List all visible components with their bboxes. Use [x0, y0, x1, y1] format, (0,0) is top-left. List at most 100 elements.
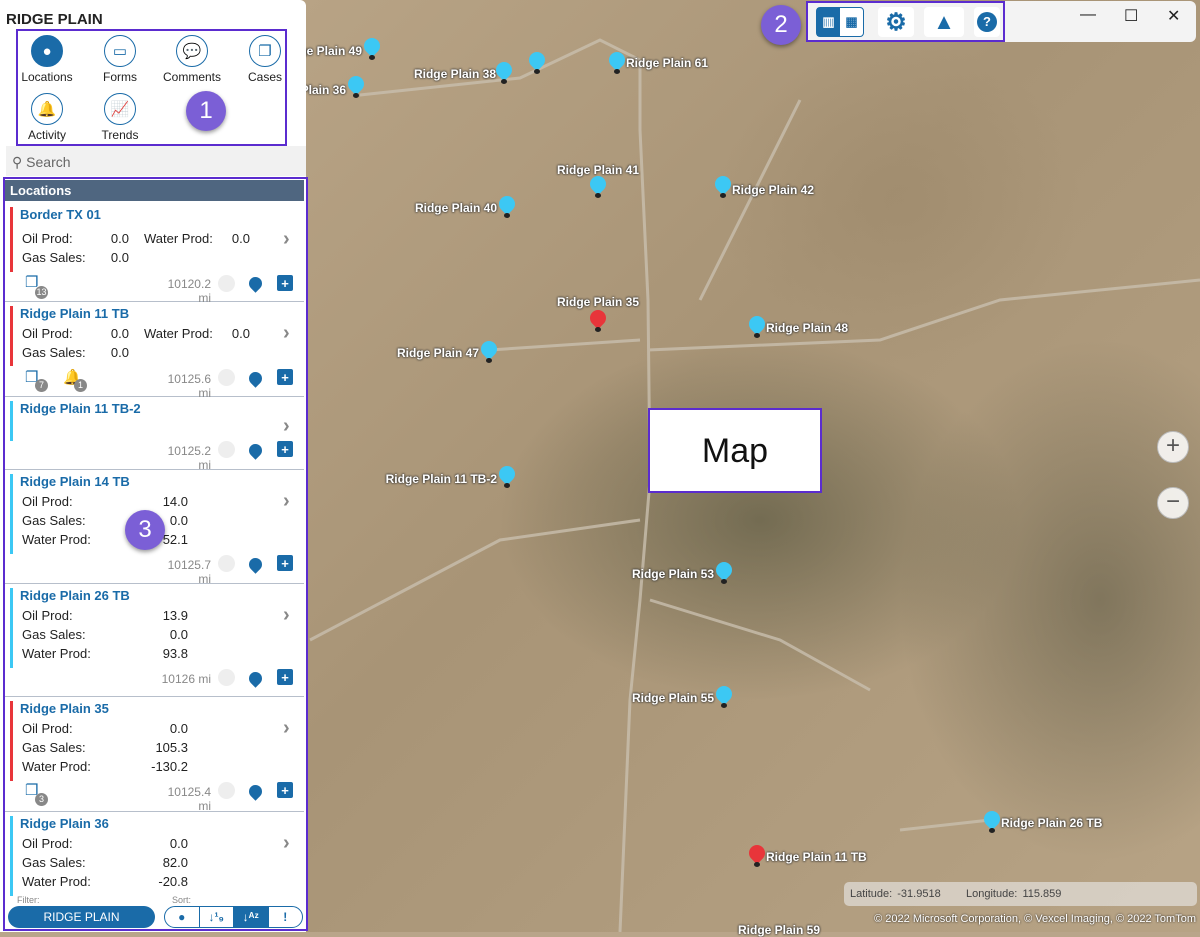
annotation-badge-1: 1: [186, 91, 226, 131]
sort-toggle: ● ↓¹₉ ↓ᴬᶻ !: [164, 906, 303, 928]
map-pin[interactable]: [980, 807, 1004, 833]
nav-trends[interactable]: 📈 Trends: [85, 93, 155, 142]
list-item[interactable]: Ridge Plain 26 TB Oil Prod: 13.9 Gas Sal…: [5, 584, 304, 697]
chevron-right-icon[interactable]: ›: [283, 832, 290, 855]
gear-icon[interactable]: ⚙: [878, 7, 914, 37]
list-item[interactable]: Ridge Plain 36 Oil Prod: 0.0 Gas Sales: …: [5, 812, 304, 896]
location-name[interactable]: Ridge Plain 11 TB: [20, 306, 129, 321]
sort-alpha-icon[interactable]: ↓ᴬᶻ: [234, 907, 269, 927]
map-pin[interactable]: [745, 841, 769, 867]
map-pin[interactable]: [711, 172, 735, 198]
status-circle: [218, 555, 235, 572]
list-item[interactable]: Ridge Plain 35 Oil Prod: 0.0 Gas Sales: …: [5, 697, 304, 813]
map-pin[interactable]: [495, 462, 519, 488]
calendar-add-icon[interactable]: +: [277, 555, 293, 571]
status-bar: [10, 474, 13, 554]
nav-cases[interactable]: ❐ Cases: [230, 35, 300, 84]
calendar-add-icon[interactable]: +: [277, 369, 293, 385]
road-icon[interactable]: ▲: [924, 7, 964, 37]
sort-label: Sort:: [172, 895, 192, 905]
map-pin[interactable]: [712, 558, 736, 584]
view-toggle[interactable]: ▥ ▦: [816, 7, 864, 37]
search-input[interactable]: ⚲ Search: [6, 146, 306, 176]
status-circle: [218, 369, 235, 386]
latitude-value: -31.9518: [897, 888, 941, 900]
map-pin[interactable]: [586, 306, 610, 332]
map-pin-label: Ridge Plain 11 TB: [766, 850, 867, 864]
water-label: Water Prod:: [22, 532, 91, 547]
map-pin-label: Ridge Plain 59: [738, 923, 821, 937]
map-pin[interactable]: [344, 72, 368, 98]
map-pin[interactable]: [712, 682, 736, 708]
close-button[interactable]: ✕: [1167, 6, 1180, 26]
location-name[interactable]: Border TX 01: [20, 207, 101, 222]
nav-locations[interactable]: ● Locations: [12, 35, 82, 84]
water-value: 93.8: [162, 646, 188, 661]
map-pin[interactable]: [495, 192, 519, 218]
map-pin[interactable]: [477, 337, 501, 363]
map-pin-label: Ridge Plain 61: [626, 56, 709, 70]
calendar-add-icon[interactable]: +: [277, 669, 293, 685]
filter-button[interactable]: RIDGE PLAIN: [8, 906, 155, 928]
location-pin-icon[interactable]: [246, 669, 265, 688]
map-pin[interactable]: [525, 48, 549, 74]
oil-label: Oil Prod:: [22, 231, 73, 246]
sort-by-location-icon[interactable]: ●: [165, 907, 200, 927]
list-item[interactable]: Ridge Plain 11 TB Oil Prod: 0.0 Water Pr…: [5, 302, 304, 400]
annotation-badge-3: 3: [125, 510, 165, 550]
sort-priority-icon[interactable]: !: [269, 907, 303, 927]
chevron-right-icon[interactable]: ›: [283, 717, 290, 740]
location-name[interactable]: Ridge Plain 36: [20, 816, 109, 831]
cases-count-badge: 7: [35, 379, 48, 392]
location-name[interactable]: Ridge Plain 14 TB: [20, 474, 130, 489]
chevron-right-icon[interactable]: ›: [283, 490, 290, 513]
gas-value: 0.0: [110, 250, 129, 265]
location-name[interactable]: Ridge Plain 35: [20, 701, 109, 716]
oil-label: Oil Prod:: [22, 721, 73, 736]
list-item[interactable]: Border TX 01 Oil Prod: 0.0 Water Prod: 0…: [5, 203, 304, 305]
status-circle: [218, 782, 235, 799]
map-pin-label: Ridge Plain 38: [413, 67, 496, 81]
calendar-add-icon[interactable]: +: [277, 782, 293, 798]
calendar-add-icon[interactable]: +: [277, 441, 293, 457]
help-button[interactable]: ?: [974, 7, 1000, 37]
annotation-badge-2: 2: [761, 5, 801, 45]
location-pin-icon[interactable]: [246, 274, 265, 293]
nav-forms[interactable]: ▭ Forms: [85, 35, 155, 84]
map-pin[interactable]: [586, 172, 610, 198]
sort-numeric-icon[interactable]: ↓¹₉: [200, 907, 234, 927]
map-icon[interactable]: ▥: [817, 8, 840, 36]
location-name[interactable]: Ridge Plain 26 TB: [20, 588, 130, 603]
minimize-button[interactable]: —: [1080, 6, 1096, 24]
chevron-right-icon[interactable]: ›: [283, 322, 290, 345]
map-pin-label: Ridge Plain 48: [766, 321, 849, 335]
maximize-button[interactable]: ☐: [1124, 6, 1138, 26]
zoom-out-button[interactable]: −: [1157, 487, 1189, 519]
chevron-right-icon[interactable]: ›: [283, 415, 290, 438]
location-pin-icon[interactable]: [246, 441, 265, 460]
map-pin[interactable]: [745, 312, 769, 338]
water-label: Water Prod:: [22, 874, 91, 889]
map-pin[interactable]: [492, 58, 516, 84]
map-pin-label: Ridge Plain 40: [414, 201, 497, 215]
location-pin-icon[interactable]: [246, 369, 265, 388]
nav-comments[interactable]: 💬 Comments: [157, 35, 227, 84]
nav-activity[interactable]: 🔔 Activity: [12, 93, 82, 142]
oil-value: 0.0: [169, 721, 188, 736]
location-pin-icon[interactable]: [246, 555, 265, 574]
distance: 10125.7 mi: [167, 558, 211, 586]
chevron-right-icon[interactable]: ›: [283, 228, 290, 251]
chevron-right-icon[interactable]: ›: [283, 604, 290, 627]
map-pin[interactable]: [360, 34, 384, 60]
list-item[interactable]: Ridge Plain 11 TB-2 › 10125.2 mi +: [5, 397, 304, 472]
location-name[interactable]: Ridge Plain 11 TB-2: [20, 401, 141, 416]
map-pin[interactable]: [605, 48, 629, 74]
water-label: Water Prod:: [22, 759, 91, 774]
calendar-add-icon[interactable]: +: [277, 275, 293, 291]
gas-value: 0.0: [110, 345, 129, 360]
status-circle: [218, 669, 235, 686]
oil-value: 0.0: [110, 326, 129, 341]
grid-icon[interactable]: ▦: [840, 8, 863, 36]
location-pin-icon[interactable]: [246, 782, 265, 801]
zoom-in-button[interactable]: +: [1157, 431, 1189, 463]
